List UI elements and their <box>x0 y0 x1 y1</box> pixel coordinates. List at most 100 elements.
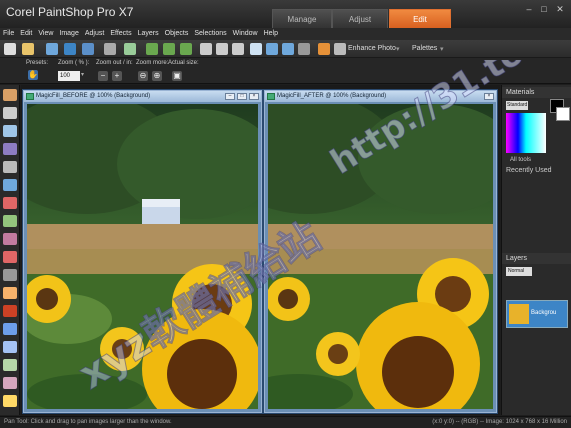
zoom-in-icon[interactable]: + <box>112 71 122 81</box>
history-icon[interactable] <box>180 43 192 55</box>
document-title-after: MagicFill_AFTER @ 100% (Background) <box>265 91 496 102</box>
document-window-before[interactable]: MagicFill_BEFORE @ 100% (Background) – □… <box>23 90 262 413</box>
tools-toolbar <box>0 85 20 415</box>
redo-icon[interactable] <box>163 43 175 55</box>
image-canvas-before[interactable] <box>27 104 258 409</box>
blend-mode-select[interactable]: Normal <box>506 267 532 276</box>
image-canvas-after[interactable] <box>268 104 493 409</box>
materials-header: Materials <box>502 87 571 98</box>
menu-objects[interactable]: Objects <box>162 28 192 40</box>
doc-maximize-icon[interactable]: □ <box>237 93 247 100</box>
clone-brush-icon[interactable] <box>3 233 17 245</box>
fit-window-icon[interactable] <box>298 43 310 55</box>
layers-header: Layers <box>502 253 571 264</box>
save-icon[interactable] <box>64 43 76 55</box>
sunflower-photo-after <box>268 104 493 409</box>
tab-adjust[interactable]: Adjust <box>332 9 388 28</box>
menu-file[interactable]: File <box>0 28 17 40</box>
layer-thumbnail <box>509 304 529 324</box>
crop-icon[interactable] <box>250 43 262 55</box>
document-icon <box>26 93 34 100</box>
menu-bar: File Edit View Image Adjust Effects Layers Obje… <box>0 28 571 40</box>
status-info: (x:0 y:0) -- (RGB) -- Image: 1024 x 768 … <box>432 419 567 425</box>
undo-icon[interactable] <box>146 43 158 55</box>
palette-panel: Materials Standard Pal All tools Recentl… <box>501 85 571 415</box>
pen-tool-icon[interactable] <box>3 359 17 371</box>
straighten-icon[interactable] <box>3 179 17 191</box>
document-window-after[interactable]: MagicFill_AFTER @ 100% (Background) × <box>264 90 497 413</box>
layer-name: Backgrou <box>531 310 557 316</box>
menu-layers[interactable]: Layers <box>135 28 162 40</box>
status-bar: Pan Tool: Click and drag to pan images l… <box>0 416 571 428</box>
palette-style-select[interactable]: Standard Pal <box>506 101 528 110</box>
browse-icon[interactable] <box>46 43 58 55</box>
color-swatches[interactable] <box>506 113 546 153</box>
doc-close-icon[interactable]: × <box>484 93 494 100</box>
cut-icon[interactable] <box>200 43 212 55</box>
menu-adjust[interactable]: Adjust <box>82 28 107 40</box>
resize-icon[interactable] <box>318 43 330 55</box>
pan-tool-icon[interactable] <box>3 89 17 101</box>
open-folder-icon[interactable] <box>22 43 34 55</box>
warp-brush-icon[interactable] <box>3 377 17 389</box>
menu-effects[interactable]: Effects <box>107 28 134 40</box>
zoom-out-icon[interactable] <box>282 43 294 55</box>
status-hint: Pan Tool: Click and drag to pan images l… <box>4 419 172 425</box>
selection-tool-icon[interactable] <box>3 125 17 137</box>
zoom-input[interactable]: 100 <box>58 71 80 81</box>
background-color-swatch[interactable] <box>556 107 570 121</box>
dodge-icon[interactable] <box>3 287 17 299</box>
minimize-icon[interactable]: – <box>522 3 536 15</box>
print-icon[interactable] <box>104 43 116 55</box>
zoom-more-out-icon[interactable]: ⊖ <box>138 71 148 81</box>
dropper-icon[interactable] <box>3 143 17 155</box>
actual-size-icon[interactable]: ▣ <box>172 71 182 81</box>
makeover-icon[interactable] <box>3 215 17 227</box>
app-title: Corel PaintShop Pro X7 <box>6 5 134 19</box>
zoom-out-icon[interactable]: − <box>98 71 108 81</box>
menu-edit[interactable]: Edit <box>17 28 35 40</box>
standard-toolbar: Enhance Photo ▾ Palettes ▾ <box>0 40 571 58</box>
flood-fill-icon[interactable] <box>3 395 17 407</box>
palettes-menu[interactable]: Palettes <box>412 45 437 52</box>
tab-manage[interactable]: Manage <box>272 9 332 28</box>
tab-edit[interactable]: Edit <box>389 9 451 28</box>
menu-help[interactable]: Help <box>261 28 281 40</box>
save-as-icon[interactable] <box>82 43 94 55</box>
enhance-photo-menu[interactable]: Enhance Photo <box>348 45 396 52</box>
menu-image[interactable]: Image <box>56 28 81 40</box>
shape-tool-icon[interactable] <box>3 341 17 353</box>
paste-icon[interactable] <box>232 43 244 55</box>
eraser-icon[interactable] <box>3 269 17 281</box>
maximize-icon[interactable]: □ <box>537 3 551 15</box>
actual-size-label: Actual size: <box>168 60 199 66</box>
doc-minimize-icon[interactable]: – <box>225 93 235 100</box>
zoom-dropdown-icon[interactable]: ▾ <box>81 71 84 78</box>
new-file-icon[interactable] <box>4 43 16 55</box>
red-eye-icon[interactable] <box>3 197 17 209</box>
pick-tool-icon[interactable] <box>3 107 17 119</box>
close-icon[interactable]: ✕ <box>553 3 567 15</box>
paint-brush-icon[interactable] <box>3 251 17 263</box>
presets-label: Presets: <box>26 60 49 66</box>
zoom-more-in-icon[interactable]: ⊕ <box>152 71 162 81</box>
layer-row-background[interactable]: Backgrou <box>506 300 568 328</box>
enhance-photo-icon[interactable] <box>334 43 346 55</box>
color-replacer-icon[interactable] <box>3 305 17 317</box>
dropdown-arrow-icon[interactable]: ▾ <box>396 45 400 53</box>
text-tool-icon[interactable] <box>3 323 17 335</box>
all-tools-checkbox[interactable]: All tools <box>510 157 531 163</box>
menu-view[interactable]: View <box>35 28 56 40</box>
menu-selections[interactable]: Selections <box>191 28 229 40</box>
sunflower-photo-before <box>27 104 258 409</box>
preset-picker[interactable]: ✋ <box>28 70 38 80</box>
zoom-pct-label: Zoom ( % ): <box>58 60 90 66</box>
copy-icon[interactable] <box>216 43 228 55</box>
zoom-in-icon[interactable] <box>266 43 278 55</box>
doc-close-icon[interactable]: × <box>249 93 259 100</box>
email-icon[interactable] <box>124 43 136 55</box>
crop-tool-icon[interactable] <box>3 161 17 173</box>
zoom-out-in-label: Zoom out / in: <box>96 60 133 66</box>
dropdown-arrow-icon[interactable]: ▾ <box>440 45 444 53</box>
menu-window[interactable]: Window <box>230 28 261 40</box>
